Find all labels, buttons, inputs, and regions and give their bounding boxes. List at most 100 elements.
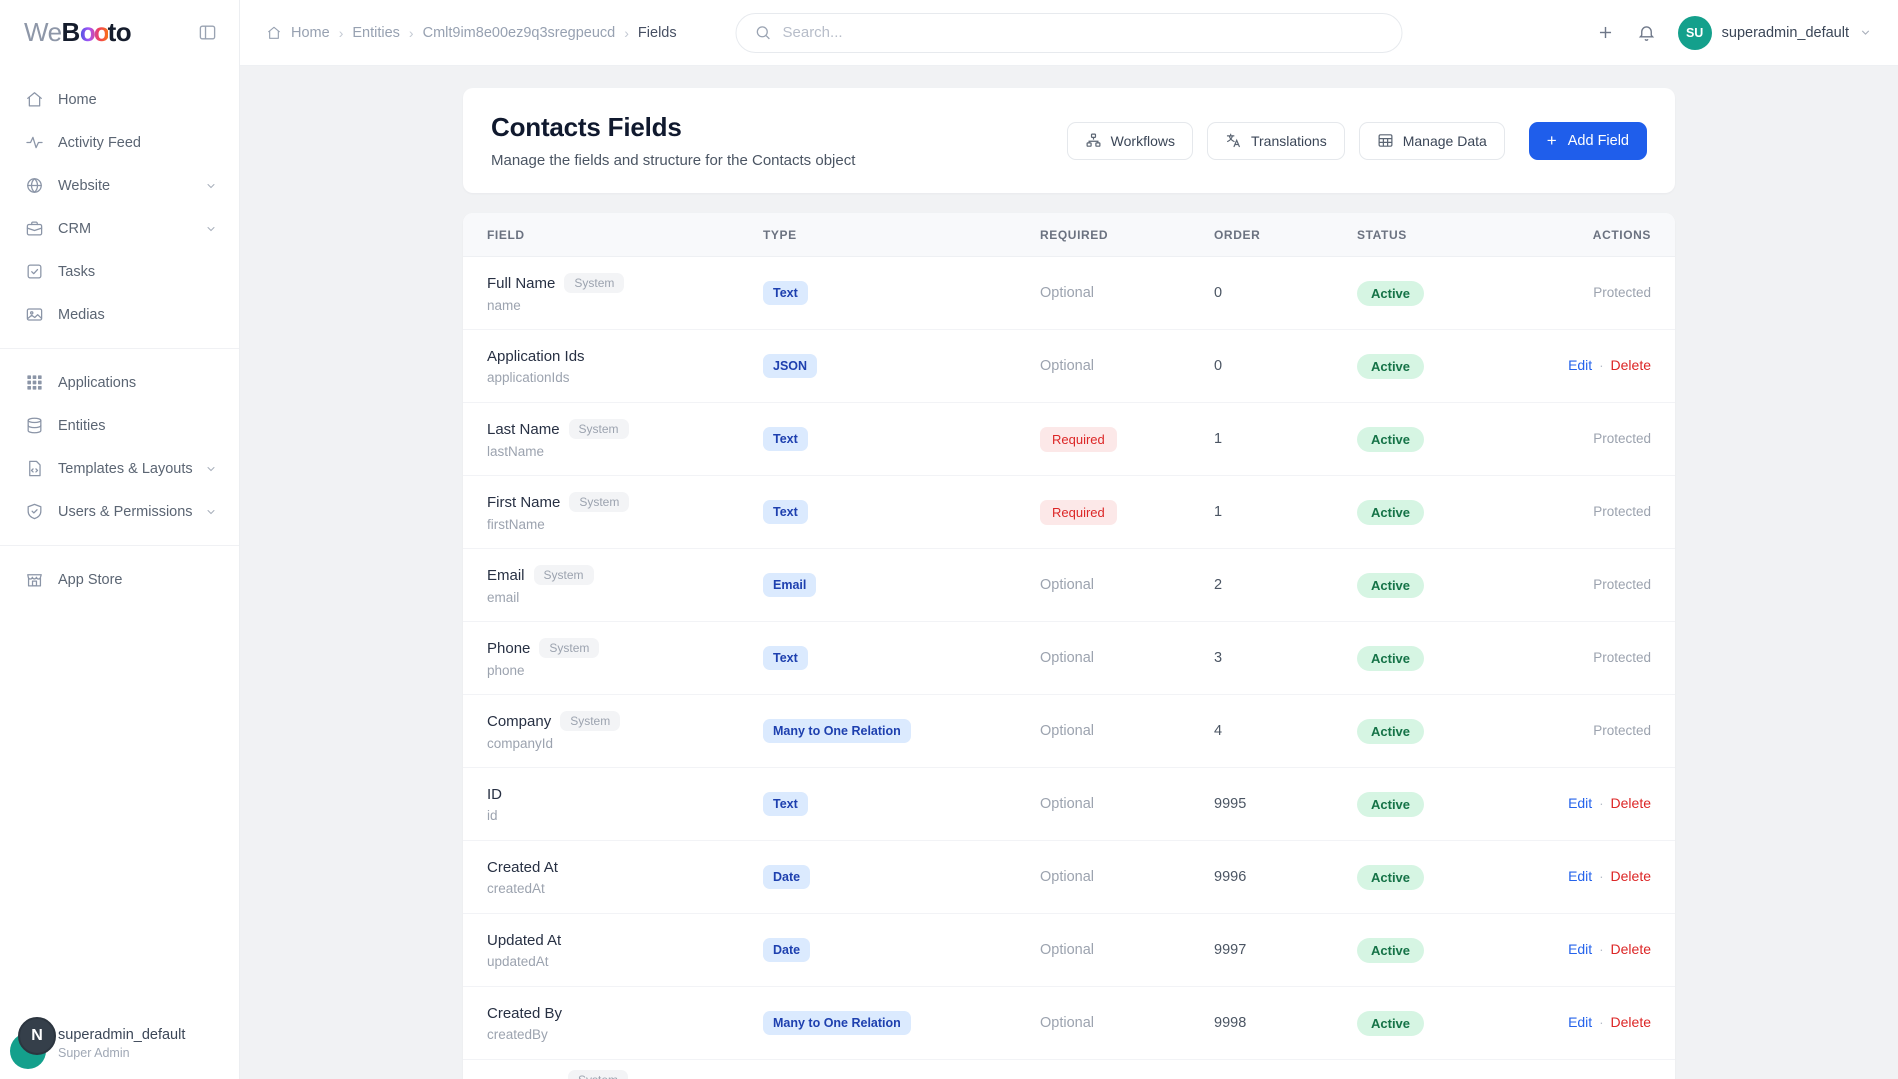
sidebar-item-applications[interactable]: Applications <box>0 361 239 404</box>
system-badge: System <box>569 492 629 512</box>
field-key: lastName <box>487 444 763 459</box>
footer-username: superadmin_default <box>58 1027 239 1043</box>
table-header-row: FIELDTYPEREQUIREDORDERSTATUSACTIONS <box>463 213 1675 257</box>
delete-link[interactable]: Delete <box>1611 795 1651 811</box>
brand-logo[interactable]: WeBooto <box>24 17 131 48</box>
field-cell: Last NameSystemlastName <box>487 419 763 459</box>
field-cell: First NameSystemfirstName <box>487 492 763 532</box>
field-cell: CompanySystemcompanyId <box>487 711 763 751</box>
optional-label: Optional <box>1040 577 1094 593</box>
optional-label: Optional <box>1040 723 1094 739</box>
table-row: Updated AtupdatedAtDateOptional9997Activ… <box>463 914 1675 987</box>
type-badge: Text <box>763 792 808 816</box>
field-name: Application Ids <box>487 348 585 365</box>
protected-label: Protected <box>1593 285 1651 300</box>
breadcrumb-item[interactable]: Cmlt9im8e00ez9q3sregpeucd <box>423 25 616 41</box>
notifications-bell-icon[interactable] <box>1637 23 1656 42</box>
global-search[interactable] <box>736 13 1403 53</box>
breadcrumb-separator: › <box>339 25 344 41</box>
edit-link[interactable]: Edit <box>1568 941 1592 957</box>
delete-link[interactable]: Delete <box>1611 1014 1651 1030</box>
workflow-icon <box>1085 132 1102 149</box>
sidebar-item-users-permissions[interactable]: Users & Permissions <box>0 490 239 533</box>
protected-label: Protected <box>1593 577 1651 592</box>
table-row: CompanySystemcompanyIdMany to One Relati… <box>463 695 1675 768</box>
field-key: updatedAt <box>487 954 763 969</box>
table-row: Created AtcreatedAtDateOptional9996Activ… <box>463 841 1675 914</box>
table-row: Last NameSystemlastNameTextRequired1Acti… <box>463 403 1675 476</box>
optional-label: Optional <box>1040 650 1094 666</box>
system-badge: System <box>534 565 594 585</box>
sidebar-item-templates-layouts[interactable]: Templates & Layouts <box>0 447 239 490</box>
edit-link[interactable]: Edit <box>1568 1014 1592 1030</box>
brand-infinity-mark: oo <box>80 17 108 47</box>
chevron-down-icon <box>205 223 217 235</box>
sidebar-user-footer[interactable]: N superadmin_default Super Admin <box>0 1007 239 1079</box>
add-field-button[interactable]: + Add Field <box>1529 122 1647 160</box>
field-name: Email <box>487 567 525 584</box>
table-icon <box>1377 132 1394 149</box>
field-cell: PhoneSystemphone <box>487 638 763 678</box>
protected-label: Protected <box>1593 431 1651 446</box>
sidebar-item-tasks[interactable]: Tasks <box>0 250 239 293</box>
home-icon <box>25 90 44 109</box>
page-header-card: Contacts Fields Manage the fields and st… <box>463 88 1675 193</box>
order-value: 0 <box>1214 285 1222 301</box>
edit-link[interactable]: Edit <box>1568 868 1592 884</box>
sidebar-item-website[interactable]: Website <box>0 164 239 207</box>
sidebar-item-home[interactable]: Home <box>0 78 239 121</box>
required-badge: Required <box>1040 500 1117 525</box>
order-value: 3 <box>1214 650 1222 666</box>
add-icon[interactable] <box>1596 23 1615 42</box>
topbar: Home›Entities›Cmlt9im8e00ez9q3sregpeucd›… <box>240 0 1898 66</box>
sidebar-divider <box>0 348 239 349</box>
status-badge: Active <box>1357 1011 1424 1036</box>
media-icon <box>25 305 44 324</box>
breadcrumb-item[interactable]: Home <box>291 25 330 41</box>
optional-label: Optional <box>1040 796 1094 812</box>
home-icon[interactable] <box>266 25 282 41</box>
sidebar-item-label: CRM <box>58 221 205 237</box>
field-name: Phone <box>487 640 530 657</box>
sidebar-item-entities[interactable]: Entities <box>0 404 239 447</box>
delete-link[interactable]: Delete <box>1611 941 1651 957</box>
field-cell: Updated AtupdatedAt <box>487 932 763 969</box>
plus-icon: + <box>1547 131 1557 151</box>
system-badge: System <box>564 273 624 293</box>
action-separator: · <box>1599 1015 1603 1030</box>
sidebar-item-crm[interactable]: CRM <box>0 207 239 250</box>
delete-link[interactable]: Delete <box>1611 868 1651 884</box>
chevron-down-icon <box>205 506 217 518</box>
sidebar-item-activity-feed[interactable]: Activity Feed <box>0 121 239 164</box>
action-separator: · <box>1599 869 1603 884</box>
sidebar-item-label: App Store <box>58 572 217 588</box>
order-value: 1 <box>1214 504 1222 520</box>
sidebar-item-label: Applications <box>58 375 217 391</box>
search-input[interactable] <box>783 24 1384 41</box>
edit-link[interactable]: Edit <box>1568 795 1592 811</box>
edit-link[interactable]: Edit <box>1568 357 1592 373</box>
order-value: 9996 <box>1214 869 1246 885</box>
chat-widget-bubble[interactable]: N <box>18 1017 56 1055</box>
sidebar-item-medias[interactable]: Medias <box>0 293 239 336</box>
workflows-button[interactable]: Workflows <box>1067 122 1193 160</box>
table-row: PhoneSystemphoneTextOptional3ActiveProte… <box>463 622 1675 695</box>
translations-button[interactable]: Translations <box>1207 122 1345 160</box>
breadcrumb: Home›Entities›Cmlt9im8e00ez9q3sregpeucd›… <box>266 25 677 41</box>
field-name: Full Name <box>487 275 555 292</box>
sidebar-item-label: Home <box>58 92 217 108</box>
breadcrumb-item[interactable]: Entities <box>352 25 400 41</box>
manage-data-button[interactable]: Manage Data <box>1359 122 1505 160</box>
status-badge: Active <box>1357 938 1424 963</box>
delete-link[interactable]: Delete <box>1611 357 1651 373</box>
sidebar-item-app-store[interactable]: App Store <box>0 558 239 601</box>
briefcase-icon <box>25 219 44 238</box>
button-label: Add Field <box>1568 133 1629 149</box>
user-menu[interactable]: SU superadmin_default <box>1678 16 1872 50</box>
protected-label: Protected <box>1593 650 1651 665</box>
sidebar-item-label: Users & Permissions <box>58 504 205 520</box>
breadcrumb-item[interactable]: Fields <box>638 25 677 41</box>
system-badge: System <box>560 711 620 731</box>
field-key: firstName <box>487 517 763 532</box>
sidebar-collapse-icon[interactable] <box>198 23 217 42</box>
